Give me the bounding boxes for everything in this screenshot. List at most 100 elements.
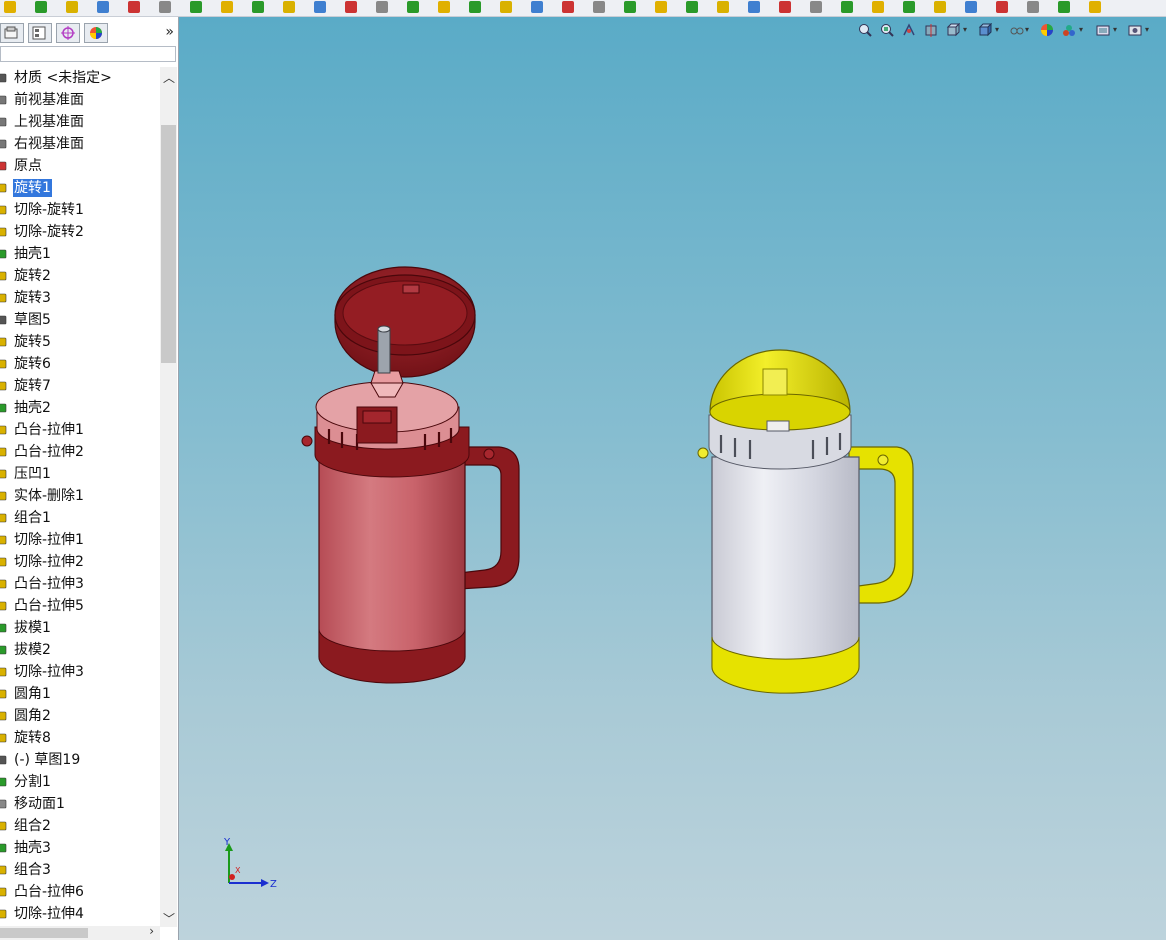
- toolbar-tool-icon[interactable]: [748, 1, 760, 13]
- cut-extrude-icon: [0, 666, 8, 678]
- feature-tree-item[interactable]: 旋转6: [0, 353, 160, 375]
- feature-tree-item[interactable]: 切除-拉伸2: [0, 551, 160, 573]
- feature-tree-item[interactable]: 实体-删除1: [0, 485, 160, 507]
- fillet-icon: [0, 710, 8, 722]
- toolbar-tool-icon[interactable]: [1058, 1, 1070, 13]
- tree-horizontal-scrollbar[interactable]: ›: [0, 924, 160, 940]
- feature-tree-item[interactable]: 组合1: [0, 507, 160, 529]
- panel-expand-button[interactable]: »: [165, 24, 174, 40]
- configuration-manager-tab[interactable]: [56, 23, 80, 43]
- toolbar-tool-icon[interactable]: [314, 1, 326, 13]
- toolbar-tool-icon[interactable]: [4, 1, 16, 13]
- toolbar-tool-icon[interactable]: [531, 1, 543, 13]
- feature-tree-item[interactable]: (-) 草图19: [0, 749, 160, 771]
- toolbar-tool-icon[interactable]: [283, 1, 295, 13]
- feature-tree-item[interactable]: 右视基准面: [0, 133, 160, 155]
- toolbar-tool-icon[interactable]: [1089, 1, 1101, 13]
- tree-filter-input[interactable]: [0, 46, 176, 62]
- feature-tree-item[interactable]: 压凹1: [0, 463, 160, 485]
- red-bottle-model[interactable]: [301, 266, 520, 684]
- toolbar-tool-icon[interactable]: [562, 1, 574, 13]
- feature-tree-item[interactable]: 旋转7: [0, 375, 160, 397]
- hscroll-thumb[interactable]: [0, 928, 88, 938]
- yellow-bottle-model[interactable]: [697, 349, 914, 694]
- toolbar-tool-icon[interactable]: [903, 1, 915, 13]
- toolbar-tool-icon[interactable]: [810, 1, 822, 13]
- toolbar-tool-icon[interactable]: [345, 1, 357, 13]
- feature-tree-item[interactable]: 抽壳1: [0, 243, 160, 265]
- feature-tree-item-label: 凸台-拉伸6: [14, 884, 84, 900]
- toolbar-tool-icon[interactable]: [469, 1, 481, 13]
- toolbar-tool-icon[interactable]: [159, 1, 171, 13]
- feature-tree-item[interactable]: 切除-旋转1: [0, 199, 160, 221]
- feature-tree-item[interactable]: 草图5: [0, 309, 160, 331]
- toolbar-tool-icon[interactable]: [221, 1, 233, 13]
- indent-icon: [0, 468, 8, 480]
- toolbar-tool-icon[interactable]: [996, 1, 1008, 13]
- feature-manager-tab[interactable]: [0, 23, 24, 43]
- feature-tree-item[interactable]: 凸台-拉伸3: [0, 573, 160, 595]
- feature-tree-item[interactable]: 旋转8: [0, 727, 160, 749]
- feature-tree-item[interactable]: 分割1: [0, 771, 160, 793]
- toolbar-tool-icon[interactable]: [841, 1, 853, 13]
- toolbar-tool-icon[interactable]: [252, 1, 264, 13]
- toolbar-tool-icon[interactable]: [779, 1, 791, 13]
- toolbar-tool-icon[interactable]: [407, 1, 419, 13]
- display-manager-tab[interactable]: [84, 23, 108, 43]
- scroll-down-arrow-icon[interactable]: ﹀: [163, 910, 175, 927]
- scroll-up-arrow-icon[interactable]: ︿: [163, 69, 175, 86]
- feature-tree-item[interactable]: 抽壳2: [0, 397, 160, 419]
- feature-tree-item[interactable]: 旋转2: [0, 265, 160, 287]
- boss-extrude-icon: [0, 600, 8, 612]
- feature-tree-item[interactable]: 移动面1: [0, 793, 160, 815]
- feature-tree-item[interactable]: 圆角1: [0, 683, 160, 705]
- feature-tree-item[interactable]: 切除-旋转2: [0, 221, 160, 243]
- feature-tree-item[interactable]: 旋转3: [0, 287, 160, 309]
- toolbar-tool-icon[interactable]: [128, 1, 140, 13]
- plane-icon: [0, 94, 8, 106]
- feature-tree-item[interactable]: 拔模1: [0, 617, 160, 639]
- toolbar-tool-icon[interactable]: [593, 1, 605, 13]
- feature-tree-item[interactable]: 前视基准面: [0, 89, 160, 111]
- feature-tree-item[interactable]: 凸台-拉伸1: [0, 419, 160, 441]
- feature-tree-item[interactable]: 旋转1: [0, 177, 160, 199]
- toolbar-tool-icon[interactable]: [717, 1, 729, 13]
- toolbar-tool-icon[interactable]: [376, 1, 388, 13]
- feature-tree-item[interactable]: 组合2: [0, 815, 160, 837]
- toolbar-tool-icon[interactable]: [438, 1, 450, 13]
- feature-tree-item-label: 圆角2: [14, 708, 51, 724]
- feature-tree-item[interactable]: 上视基准面: [0, 111, 160, 133]
- toolbar-tool-icon[interactable]: [66, 1, 78, 13]
- feature-tree-item[interactable]: 原点: [0, 155, 160, 177]
- feature-tree-item[interactable]: 凸台-拉伸6: [0, 881, 160, 903]
- scroll-thumb[interactable]: [161, 125, 176, 363]
- property-manager-tab[interactable]: [28, 23, 52, 43]
- feature-tree-item[interactable]: 抽壳3: [0, 837, 160, 859]
- toolbar-tool-icon[interactable]: [655, 1, 667, 13]
- graphics-viewport[interactable]: ▾ ▾ ▾ ▾ ▾ ▾ Y X Z: [179, 17, 1166, 940]
- shell-icon: [0, 842, 8, 854]
- feature-tree-item[interactable]: 凸台-拉伸2: [0, 441, 160, 463]
- feature-tree-item[interactable]: 拔模2: [0, 639, 160, 661]
- feature-tree-item[interactable]: 切除-拉伸1: [0, 529, 160, 551]
- toolbar-tool-icon[interactable]: [35, 1, 47, 13]
- feature-tree-item[interactable]: 凸台-拉伸5: [0, 595, 160, 617]
- toolbar-tool-icon[interactable]: [97, 1, 109, 13]
- feature-tree-item[interactable]: 圆角2: [0, 705, 160, 727]
- toolbar-tool-icon[interactable]: [500, 1, 512, 13]
- toolbar-tool-icon[interactable]: [1027, 1, 1039, 13]
- toolbar-tool-icon[interactable]: [872, 1, 884, 13]
- feature-tree-item[interactable]: 切除-拉伸3: [0, 661, 160, 683]
- feature-tree-item[interactable]: 材质 <未指定>: [0, 67, 160, 89]
- toolbar-tool-icon[interactable]: [934, 1, 946, 13]
- toolbar-tool-icon[interactable]: [624, 1, 636, 13]
- toolbar-tool-icon[interactable]: [686, 1, 698, 13]
- toolbar-tool-icon[interactable]: [965, 1, 977, 13]
- feature-tree-item[interactable]: 组合3: [0, 859, 160, 881]
- feature-tree-item-label: 凸台-拉伸1: [14, 422, 84, 438]
- feature-tree-item[interactable]: 切除-拉伸4: [0, 903, 160, 925]
- tree-vertical-scrollbar[interactable]: ︿ ﹀: [160, 67, 177, 927]
- toolbar-tool-icon[interactable]: [190, 1, 202, 13]
- feature-tree-item[interactable]: 旋转5: [0, 331, 160, 353]
- scroll-right-arrow-icon[interactable]: ›: [149, 924, 154, 938]
